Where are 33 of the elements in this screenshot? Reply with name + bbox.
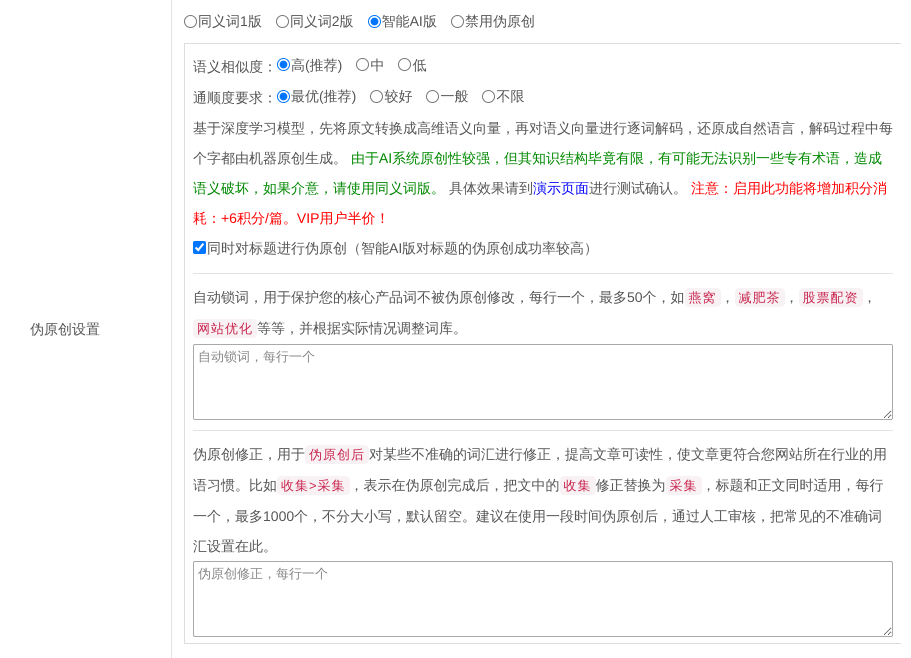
option-label: 不限 <box>496 87 524 106</box>
option-label: 最优(推荐) <box>291 87 356 106</box>
option-label: 智能AI版 <box>382 12 437 31</box>
field-label: 通顺度要求： <box>193 90 277 106</box>
field-label: 语义相似度： <box>193 58 277 74</box>
option-label: 同义词1版 <box>198 12 262 31</box>
lock-words-field[interactable]: 自动锁词，每行一个 <box>193 344 893 420</box>
radio-button[interactable] <box>450 14 464 28</box>
option-label: 一般 <box>440 87 468 106</box>
radio-button[interactable] <box>370 90 384 102</box>
demo-page-link[interactable]: 演示页面 <box>532 180 589 196</box>
option-label: 中 <box>370 56 384 74</box>
checkbox-label: 同时对标题进行伪原创（智能AI版对标题的伪原创成功率较高） <box>207 238 598 258</box>
radio-button[interactable] <box>276 14 289 28</box>
radio-button[interactable] <box>368 14 381 28</box>
option-label: 低 <box>412 56 426 74</box>
correction-description: 伪原创修正，用于 伪原创后 对某些不准确的词汇进行修正，提高文章可读性，使文章更符合您网站所在行业的用语习惯。比如 收集>采集 ，表示在伪原创完成后，把文中的 收集 修正替换为 采集 ，标题和正文同时适用，每行一个，最多1000个，不分大小写，默认留空。建议在使用一段时间伪原创后，通过人工审核，把常见的不准确词汇设置在此。 <box>193 444 888 556</box>
option-label: 高(推荐) <box>291 56 342 75</box>
radio-button[interactable] <box>277 90 290 102</box>
radio-button[interactable] <box>184 14 197 28</box>
option-label: 同义词2版 <box>290 12 354 31</box>
section-label: 伪原创设置 <box>30 320 100 338</box>
lock-words-description: 自动锁词，用于保护您的核心产品词不被伪原创修改，每行一个，最多50个，如 燕窝 ， 减肥茶 ， 股票配资 ， 网站优化 等等，并根据实际情况调整词库。 <box>193 286 878 340</box>
radio-button[interactable] <box>277 58 290 71</box>
checkbox[interactable] <box>193 241 206 254</box>
radio-button[interactable] <box>398 58 412 71</box>
correction-field[interactable]: 伪原创修正，每行一个 <box>193 560 893 636</box>
radio-button[interactable] <box>426 90 440 102</box>
option-label: 较好 <box>384 87 412 106</box>
ai-description: 基于深度学习模型，先将原文转换成高维语义向量，再对语义向量进行逐词解码，还原成自然语言，解码过程中每个字都由机器原创生成。 由于AI系统原创性较强，但其知识结构毕竟有限，有可能无法识别一些专有术语，造成语义破坏，如果介意，请使用同义词版。 具体效果请到演示页面进行测试确认。 注意：启用此功能将增加积分消耗：+6积分/篇。VIP用户半价！ <box>193 118 893 228</box>
radio-button[interactable] <box>356 58 370 71</box>
option-label: 禁用伪原创 <box>464 12 535 31</box>
radio-button[interactable] <box>482 90 496 102</box>
